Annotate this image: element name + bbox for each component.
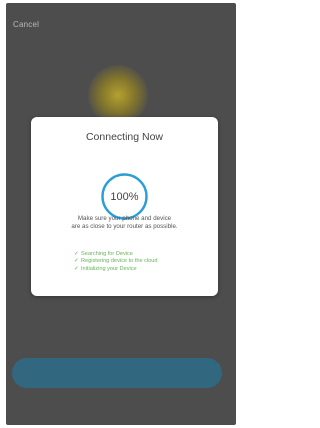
proximity-message: Make sure your phone and device are as c… (41, 215, 208, 231)
device-light-glow (88, 65, 148, 125)
check-icon: ✓ (74, 258, 79, 265)
check-icon: ✓ (74, 251, 79, 257)
message-line-2: are as close to your router as possible. (71, 223, 178, 230)
connecting-dialog: Connecting Now 100% Make sure your phone… (31, 117, 218, 296)
message-line-1: Make sure your phone and device (77, 215, 172, 222)
phone-screen: Cancel Connecting Now 100% Make sure you… (6, 3, 236, 425)
check-icon: ✓ (74, 265, 79, 272)
background-action-button (12, 358, 222, 388)
step-item: ✓ Searching for Device (74, 251, 158, 258)
cancel-button[interactable]: Cancel (13, 20, 39, 29)
step-label: Searching for Device (81, 251, 133, 257)
step-label: Initializing your Device (81, 265, 137, 272)
status-steps: ✓ Searching for Device ✓ Registering devic… (74, 251, 158, 273)
step-item: ✓ Initializing your Device (74, 266, 158, 273)
step-label: Registering device to the cloud (81, 258, 158, 265)
dialog-title: Connecting Now (85, 131, 164, 143)
step-item: ✓ Registering device to the cloud (74, 258, 158, 265)
